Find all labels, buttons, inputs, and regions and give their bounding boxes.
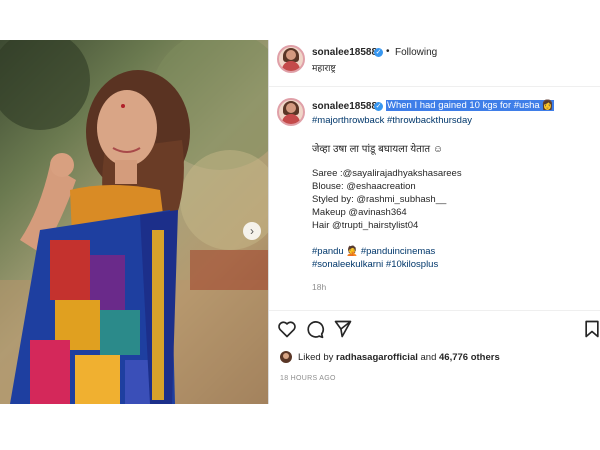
bookmark-icon[interactable] [582, 319, 600, 339]
chevron-right-icon: › [250, 224, 254, 238]
caption-username[interactable]: sonalee18588 [312, 101, 377, 112]
hashtags-line: #pandu 🤦 #panduincinemas [312, 246, 435, 257]
post-time-ago: 18 HOURS AGO [280, 375, 336, 382]
facepalm-emoji-icon: 🤦 [346, 246, 359, 257]
verified-badge-icon: ✓ [374, 102, 383, 111]
hashtag-panduincinemas[interactable]: #panduincinemas [361, 246, 435, 257]
comment-icon[interactable] [305, 319, 325, 339]
heart-icon[interactable] [277, 319, 297, 339]
credit-saree: Saree :@sayalirajadhyakshasarees [312, 168, 462, 179]
likes-count-link[interactable]: 46,776 others [439, 352, 500, 363]
post-photo-illustration [0, 40, 268, 404]
paper-plane-icon[interactable] [333, 319, 353, 339]
credit-blouse: Blouse: @eshaacreation [312, 181, 416, 192]
post-header: sonalee18588 ✓ • Following महाराष्ट्र [269, 40, 600, 87]
credit-hair: Hair @trupti_hairstylist04 [312, 220, 419, 231]
post-actions: Liked by radhasagarofficial and 46,776 o… [269, 310, 600, 405]
liked-by-avatar[interactable] [280, 351, 292, 363]
caption-avatar[interactable] [277, 98, 305, 126]
woman-emoji-icon: 👩 [540, 100, 555, 111]
caption-timestamp: 18h [312, 282, 327, 292]
next-image-button[interactable]: › [243, 222, 261, 240]
caption-highlighted-text: When I had gained 10 kgs for #usha 👩 [386, 100, 555, 111]
hashtags-line[interactable]: #majorthrowback #throwbackthursday [312, 115, 472, 126]
liked-by-text: Liked by radhasagarofficial and 46,776 o… [298, 352, 500, 363]
post-photo[interactable] [0, 40, 268, 404]
hashtags-line[interactable]: #sonaleekulkarni #10kilosplus [312, 259, 438, 270]
verified-badge-icon: ✓ [374, 48, 383, 57]
hashtag-pandu[interactable]: #pandu [312, 246, 344, 257]
credit-makeup: Makeup @avinash364 [312, 207, 407, 218]
liked-by-user-link[interactable]: radhasagarofficial [336, 352, 418, 363]
header-username[interactable]: sonalee18588 [312, 47, 377, 58]
location-link[interactable]: महाराष्ट्र [312, 61, 336, 74]
avatar[interactable] [277, 45, 305, 73]
caption-marathi-line: जेव्हा उषा ला पांडू बघायला येतात ☺ [312, 144, 444, 155]
post-details-panel: sonalee18588 ✓ • Following महाराष्ट्र so… [269, 40, 600, 404]
following-button[interactable]: Following [395, 47, 437, 58]
credit-stylist: Styled by: @rashmi_subhash__ [312, 194, 447, 205]
separator-dot: • [386, 46, 390, 57]
